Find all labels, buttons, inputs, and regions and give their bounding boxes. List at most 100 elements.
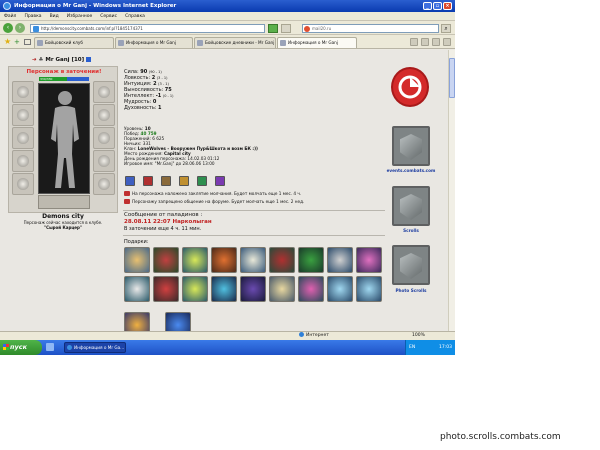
divider bbox=[123, 210, 385, 211]
events-banner-icon[interactable] bbox=[392, 126, 430, 166]
go-icon[interactable] bbox=[268, 24, 278, 33]
close-icon[interactable]: × bbox=[443, 2, 452, 10]
window-titlebar: Информация о Mr Ganj - Windows Internet … bbox=[0, 0, 455, 12]
ie-icon bbox=[67, 345, 72, 350]
badge-icon[interactable] bbox=[161, 176, 171, 186]
forward-icon[interactable]: › bbox=[15, 23, 25, 33]
security-zone: Интернет bbox=[299, 332, 329, 340]
badge-icon[interactable] bbox=[143, 176, 153, 186]
tab-icon bbox=[37, 40, 43, 46]
menu-help[interactable]: Справка bbox=[125, 12, 145, 20]
amulet-slot[interactable] bbox=[93, 104, 115, 126]
badge-icon[interactable] bbox=[179, 176, 189, 186]
gift-icon[interactable] bbox=[124, 247, 150, 273]
home-icon[interactable] bbox=[410, 38, 418, 46]
earring-slot[interactable] bbox=[93, 81, 115, 103]
gift-icon[interactable] bbox=[240, 276, 266, 302]
gift-icon[interactable] bbox=[356, 276, 382, 302]
browser-screen: Информация о Mr Ganj - Windows Internet … bbox=[0, 0, 455, 355]
tab-4-active[interactable]: Информация о Mr Ganj bbox=[277, 37, 357, 48]
room-name: "Сырой Карцер" bbox=[44, 225, 82, 230]
tab-3[interactable]: Бойцовские дневники - Mr Ganj bbox=[194, 37, 276, 48]
zoom-level[interactable]: 100% bbox=[412, 332, 425, 340]
gift-icon[interactable] bbox=[182, 276, 208, 302]
character-doll: 330/330 bbox=[8, 66, 118, 213]
menu-file[interactable]: Файл bbox=[4, 12, 16, 20]
character-name[interactable]: Mr Ganj bbox=[45, 57, 69, 63]
photo-scrolls-banner-icon[interactable] bbox=[392, 245, 430, 285]
boots-slot[interactable] bbox=[38, 195, 90, 209]
character-figure bbox=[38, 83, 90, 194]
gift-icon[interactable] bbox=[211, 247, 237, 273]
menu-bar: Файл Правка Вид Избранное Сервис Справка bbox=[0, 12, 455, 21]
quick-tabs-icon[interactable] bbox=[24, 39, 31, 45]
events-link[interactable]: events.combats.com bbox=[385, 168, 437, 173]
gift-icon[interactable] bbox=[298, 276, 324, 302]
scrollbar-thumb[interactable] bbox=[449, 58, 455, 98]
gift-icon[interactable] bbox=[240, 247, 266, 273]
helmet-slot[interactable] bbox=[12, 81, 34, 103]
taskbar-item-ie[interactable]: Информация о Mr Ga... bbox=[64, 342, 126, 353]
gift-icon[interactable] bbox=[356, 247, 382, 273]
gift-icon[interactable] bbox=[269, 247, 295, 273]
gift-icon[interactable] bbox=[298, 247, 324, 273]
menu-tools[interactable]: Сервис bbox=[100, 12, 117, 20]
gift-icon[interactable] bbox=[211, 276, 237, 302]
address-input[interactable]: http://demonscity.combats.com/inf.pl?184… bbox=[30, 24, 265, 33]
add-favorite-icon[interactable]: + bbox=[14, 39, 20, 46]
menu-view[interactable]: Вид bbox=[50, 12, 59, 20]
gift-icon[interactable] bbox=[124, 276, 150, 302]
start-button[interactable]: пуск bbox=[0, 340, 42, 355]
gift-icon[interactable] bbox=[327, 247, 353, 273]
shield-slot[interactable] bbox=[93, 173, 115, 195]
quick-launch bbox=[46, 343, 54, 351]
gift-icon[interactable] bbox=[269, 276, 295, 302]
badge-icon[interactable] bbox=[125, 176, 135, 186]
search-icon[interactable]: ⌕ bbox=[441, 24, 451, 33]
vertical-scrollbar[interactable] bbox=[448, 50, 455, 331]
taskbar: пуск Информация о Mr Ga... EN 17:03 bbox=[0, 340, 455, 355]
gift-icon[interactable] bbox=[153, 276, 179, 302]
weapon-slot[interactable] bbox=[12, 127, 34, 149]
paladin-header: Сообщение от паладинов : bbox=[124, 212, 203, 218]
gift-icon[interactable] bbox=[165, 312, 191, 331]
badge-icon[interactable] bbox=[215, 176, 225, 186]
gift-icon[interactable] bbox=[153, 247, 179, 273]
minimize-icon[interactable]: _ bbox=[423, 2, 432, 10]
tab-2[interactable]: Информация о Mr Ganj bbox=[115, 37, 193, 48]
bracer-slot[interactable] bbox=[12, 104, 34, 126]
favorites-star-icon[interactable]: ★ bbox=[4, 38, 11, 46]
badge-icon[interactable] bbox=[197, 176, 207, 186]
feeds-icon[interactable] bbox=[421, 38, 429, 46]
ring-slot[interactable] bbox=[93, 127, 115, 149]
info-game-name: Игровое имя: "Mr.Ganj" до 28.06.06 13:00 bbox=[124, 161, 215, 166]
system-tray: EN 17:03 bbox=[405, 340, 455, 355]
watermark: photo.scrolls.combats.com bbox=[440, 432, 561, 442]
menu-edit[interactable]: Правка bbox=[24, 12, 41, 20]
gloves-slot[interactable] bbox=[93, 150, 115, 172]
tab-1[interactable]: Бойцовский клуб bbox=[34, 37, 114, 48]
gift-icon[interactable] bbox=[124, 312, 150, 331]
character-level: [10] bbox=[71, 57, 85, 63]
hp-value: 330/330 bbox=[40, 77, 53, 81]
windows-logo-icon bbox=[3, 344, 9, 350]
page-menu-icon[interactable] bbox=[443, 38, 451, 46]
scrolls-banner-icon[interactable] bbox=[392, 186, 430, 226]
refresh-icon[interactable] bbox=[281, 24, 291, 33]
back-icon[interactable]: ‹ bbox=[3, 23, 13, 33]
language-indicator[interactable]: EN bbox=[409, 340, 415, 355]
maximize-icon[interactable]: ▫ bbox=[433, 2, 442, 10]
belt-slot[interactable] bbox=[12, 173, 34, 195]
combats-logo-icon[interactable] bbox=[391, 67, 429, 107]
photo-scrolls-link[interactable]: Photo Scrolls bbox=[385, 288, 437, 293]
armor-slot[interactable] bbox=[12, 150, 34, 172]
tab-bar: ★ + Бойцовский клуб Информация о Mr Ganj… bbox=[0, 35, 455, 49]
menu-favorites[interactable]: Избранное bbox=[67, 12, 93, 20]
scrolls-link[interactable]: Scrolls bbox=[385, 228, 437, 233]
info-icon[interactable] bbox=[86, 57, 92, 62]
print-icon[interactable] bbox=[432, 38, 440, 46]
gift-icon[interactable] bbox=[327, 276, 353, 302]
gift-icon[interactable] bbox=[182, 247, 208, 273]
search-input[interactable]: mail20.ru bbox=[302, 24, 439, 33]
ie-quicklaunch-icon[interactable] bbox=[46, 343, 54, 351]
